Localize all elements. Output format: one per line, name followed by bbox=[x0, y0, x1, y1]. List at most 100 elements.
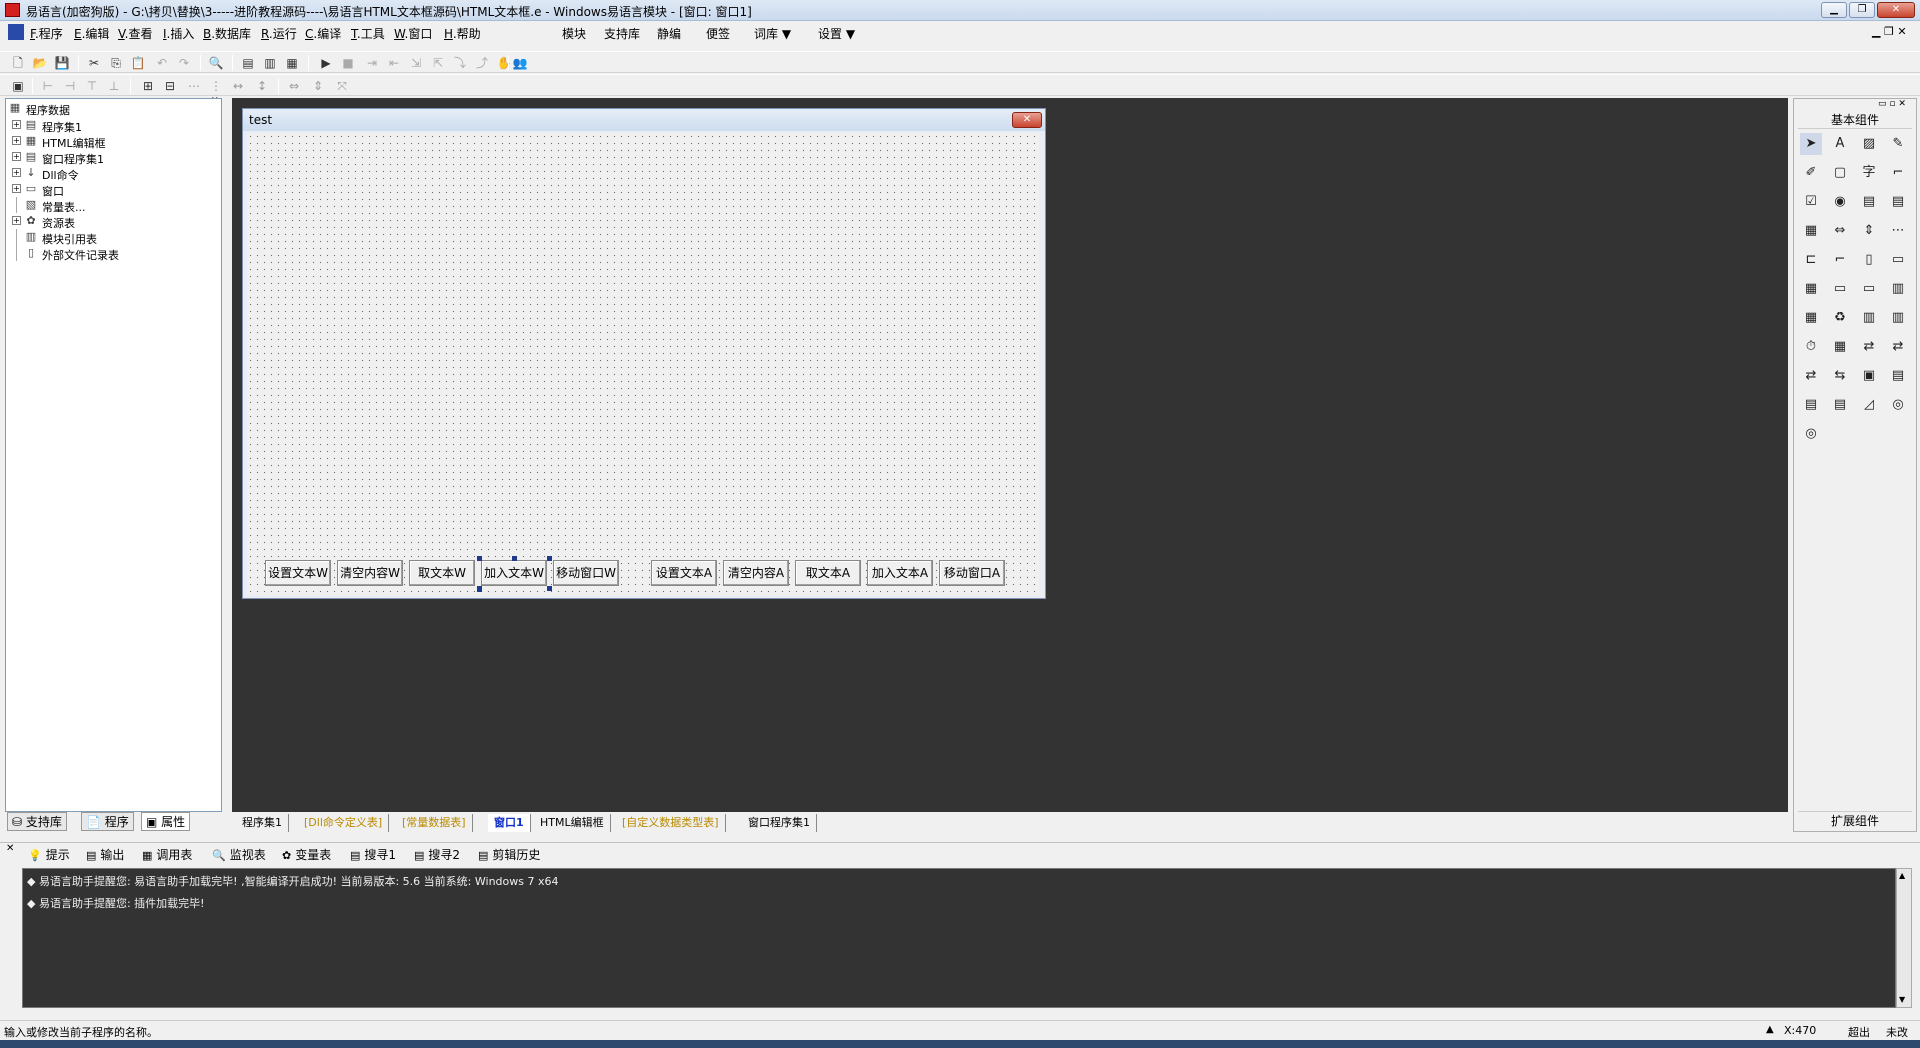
output-tab[interactable]: ▤ 输出 bbox=[86, 846, 124, 863]
center-v-icon[interactable]: ⊟ bbox=[162, 78, 178, 94]
component-icon[interactable]: ▤ bbox=[1800, 394, 1822, 416]
output-close-icon[interactable]: ✕ bbox=[6, 843, 14, 854]
tree-item[interactable]: ▧ 常量表... bbox=[8, 197, 218, 214]
component-icon[interactable]: ▢ bbox=[1829, 162, 1851, 184]
menu-extra-item[interactable]: 便签 bbox=[706, 25, 730, 42]
redo-icon[interactable]: ↷ bbox=[176, 55, 192, 71]
same-height-icon[interactable]: ⇕ bbox=[310, 78, 326, 94]
menu-i[interactable]: I.插入 bbox=[163, 25, 194, 42]
component-icon[interactable]: ⋯ bbox=[1887, 220, 1909, 242]
tree-item[interactable]: ▯ 外部文件记录表 bbox=[8, 245, 218, 262]
component-icon[interactable]: ▣ bbox=[1858, 365, 1880, 387]
menu-r[interactable]: R.运行 bbox=[261, 25, 297, 42]
tree-item[interactable]: + ▦ HTML编辑框 bbox=[8, 133, 218, 150]
form-button[interactable]: 取文本A bbox=[795, 560, 861, 586]
mdi-controls[interactable]: ▁ ❐ ✕ bbox=[1872, 25, 1907, 38]
restore-button[interactable]: ❐ bbox=[1849, 2, 1875, 18]
component-icon[interactable]: ▯ bbox=[1858, 249, 1880, 271]
layout-2-icon[interactable]: ▥ bbox=[262, 55, 278, 71]
find-icon[interactable]: 🔍 bbox=[208, 55, 224, 71]
menu-c[interactable]: C.编译 bbox=[305, 25, 341, 42]
layout-3-icon[interactable]: ▦ bbox=[284, 55, 300, 71]
expand-icon[interactable]: + bbox=[12, 216, 21, 225]
new-file-icon[interactable]: 🗋 bbox=[10, 55, 26, 71]
tab-properties[interactable]: ▣ 属性 bbox=[141, 812, 191, 831]
component-icon[interactable]: ▤ bbox=[1887, 365, 1909, 387]
component-icon[interactable]: ▦ bbox=[1829, 336, 1851, 358]
component-icon[interactable]: ▤ bbox=[1829, 394, 1851, 416]
cut-icon[interactable]: ✂ bbox=[86, 55, 102, 71]
output-tab[interactable]: ▤ 搜寻2 bbox=[414, 846, 460, 863]
component-icon[interactable]: ▤ bbox=[1858, 191, 1880, 213]
tree-item[interactable]: + ↓ Dll命令 bbox=[8, 165, 218, 182]
component-icon[interactable]: ◉ bbox=[1829, 191, 1851, 213]
component-icon[interactable]: ☑ bbox=[1800, 191, 1822, 213]
form-client-area[interactable]: 设置文本W 清空内容W 取文本W 加入文本W 移动窗口W 设置文本A 清空内容A 取文本A 加入… bbox=[247, 133, 1039, 595]
selection-handle[interactable] bbox=[477, 587, 482, 592]
grid-icon[interactable]: ▣ bbox=[10, 78, 26, 94]
extended-components-header[interactable]: 扩展组件 bbox=[1798, 811, 1912, 829]
component-icon[interactable]: ▤ bbox=[1887, 191, 1909, 213]
scroll-up-icon[interactable]: ▲ bbox=[1899, 871, 1905, 880]
expand-icon[interactable]: + bbox=[12, 168, 21, 177]
tab-support-library[interactable]: ⛁ 支持库 bbox=[7, 812, 67, 831]
component-icon[interactable]: ▥ bbox=[1887, 278, 1909, 300]
tree-item[interactable]: + ✿ 资源表 bbox=[8, 213, 218, 230]
same-size-icon[interactable]: ⤧ bbox=[334, 78, 350, 94]
form-button[interactable]: 设置文本A bbox=[651, 560, 717, 586]
size-h-icon[interactable]: ↔ bbox=[230, 78, 246, 94]
panel-controls[interactable]: ▭ ▫ ✕ bbox=[1878, 99, 1906, 109]
component-icon[interactable]: ⇕ bbox=[1858, 220, 1880, 242]
step-6-icon[interactable]: ⤴ bbox=[474, 55, 490, 71]
menu-extra-item[interactable]: 模块 bbox=[562, 25, 586, 42]
expand-icon[interactable]: + bbox=[12, 184, 21, 193]
align-top-icon[interactable]: ⊤ bbox=[84, 78, 100, 94]
align-bottom-icon[interactable]: ⊥ bbox=[106, 78, 122, 94]
align-left-icon[interactable]: ⊢ bbox=[40, 78, 56, 94]
align-right-icon[interactable]: ⊣ bbox=[62, 78, 78, 94]
expand-icon[interactable]: + bbox=[12, 120, 21, 129]
menu-t[interactable]: T.工具 bbox=[351, 25, 385, 42]
users-icon[interactable]: 👥 bbox=[512, 55, 528, 71]
form-button[interactable]: 移动窗口A bbox=[939, 560, 1005, 586]
tree-item[interactable]: + ▤ 程序集1 bbox=[8, 117, 218, 134]
component-icon[interactable]: ▭ bbox=[1887, 249, 1909, 271]
form-button[interactable]: 加入文本W bbox=[481, 560, 547, 586]
doc-tab[interactable]: 窗口程序集1 bbox=[742, 814, 817, 832]
space-h-icon[interactable]: ⋯ bbox=[186, 78, 202, 94]
hand-icon[interactable]: ✋ bbox=[496, 55, 512, 71]
menu-extra-item[interactable]: 静编 bbox=[657, 25, 681, 42]
tree-item[interactable]: + ▤ 窗口程序集1 bbox=[8, 149, 218, 166]
size-v-icon[interactable]: ↕ bbox=[254, 78, 270, 94]
doc-tab[interactable]: 程序集1 bbox=[236, 814, 289, 832]
selection-handle[interactable] bbox=[477, 556, 482, 561]
component-icon[interactable]: 字 bbox=[1858, 162, 1880, 184]
run-icon[interactable]: ▶ bbox=[318, 55, 334, 71]
component-icon[interactable]: ⌐ bbox=[1887, 162, 1909, 184]
step-2-icon[interactable]: ⇤ bbox=[386, 55, 402, 71]
open-folder-icon[interactable]: 📂 bbox=[32, 55, 48, 71]
component-icon[interactable]: ▨ bbox=[1858, 133, 1880, 155]
component-icon[interactable]: ⇄ bbox=[1887, 336, 1909, 358]
close-button[interactable]: ✕ bbox=[1877, 2, 1915, 18]
save-icon[interactable]: 💾 bbox=[54, 55, 70, 71]
selection-handle[interactable] bbox=[547, 586, 552, 591]
menu-h[interactable]: H.帮助 bbox=[444, 25, 481, 42]
component-icon[interactable]: ⇄ bbox=[1858, 336, 1880, 358]
step-1-icon[interactable]: ⇥ bbox=[364, 55, 380, 71]
menu-w[interactable]: W.窗口 bbox=[394, 25, 432, 42]
component-icon[interactable]: ▦ bbox=[1800, 307, 1822, 329]
basic-components-header[interactable]: 基本组件 bbox=[1798, 111, 1912, 129]
form-button[interactable]: 清空内容A bbox=[723, 560, 789, 586]
doc-tab[interactable]: 窗口1 bbox=[488, 814, 531, 832]
component-icon[interactable]: A bbox=[1829, 133, 1851, 155]
component-icon[interactable]: ⇔ bbox=[1829, 220, 1851, 242]
component-icon[interactable]: ▥ bbox=[1858, 307, 1880, 329]
component-icon[interactable]: ➤ bbox=[1800, 133, 1822, 155]
same-width-icon[interactable]: ⇔ bbox=[286, 78, 302, 94]
component-icon[interactable]: ♻ bbox=[1829, 307, 1851, 329]
center-h-icon[interactable]: ⊞ bbox=[140, 78, 156, 94]
component-icon[interactable]: ⊏ bbox=[1800, 249, 1822, 271]
component-icon[interactable]: ⇄ bbox=[1800, 365, 1822, 387]
output-tab[interactable]: 💡 提示 bbox=[28, 846, 70, 863]
